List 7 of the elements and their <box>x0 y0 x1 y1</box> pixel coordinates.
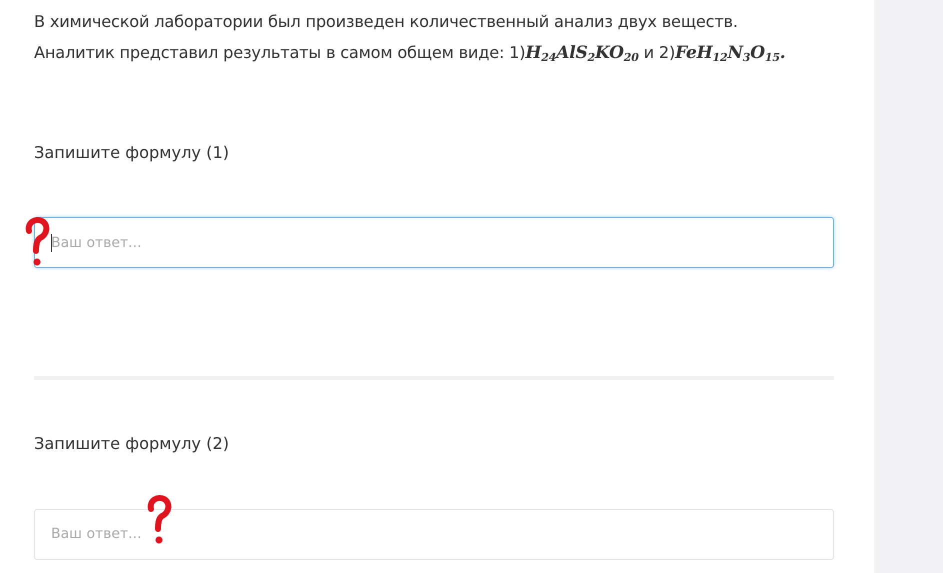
task-text: В химической лаборатории был произведен количественный анализ двух веществ. Аналитик представил результаты в самом общем виде: 1)H$_{24}$AlS$_{2}$KO$_{20}$ и 2)FeH$_{12}$N$_{3}$O$_{15}$. <box>34 11 786 66</box>
question-label: Запишите формулу (1) <box>34 142 230 164</box>
question-label: Запишите формулу (2) <box>34 433 230 456</box>
text-cursor <box>51 234 52 252</box>
question-mark-icon <box>24 217 50 268</box>
question-mark-icon <box>146 494 172 545</box>
answer-field[interactable]: Ваш ответ... <box>34 217 834 268</box>
